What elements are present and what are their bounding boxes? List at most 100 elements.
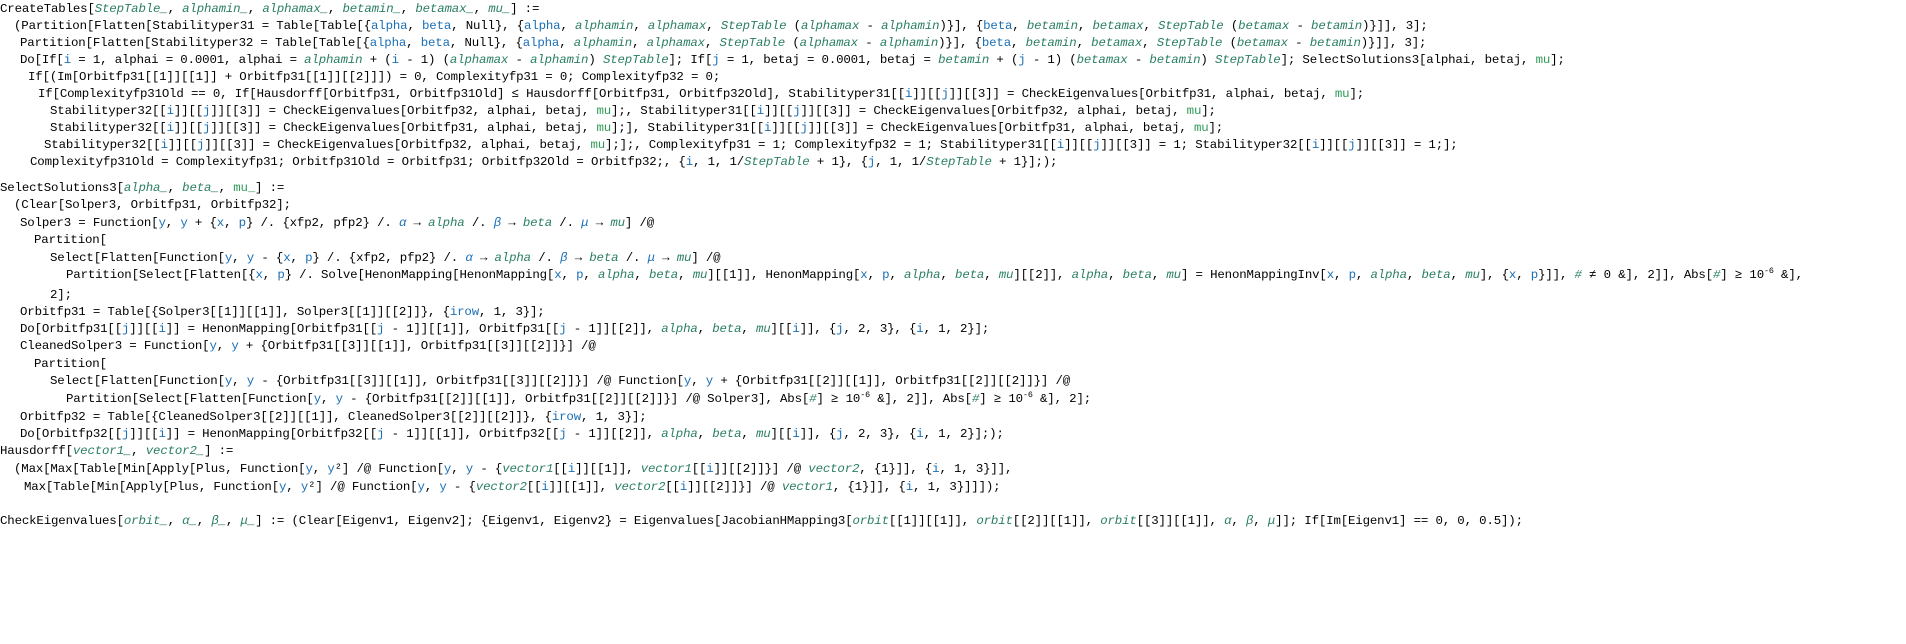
- code-token: irow: [449, 305, 480, 319]
- code-token: ]][[3]] = 1;];: [1355, 138, 1458, 152]
- code-token: ]][[3]] = CheckEigenvalues[Orbitfp31, al…: [948, 87, 1335, 101]
- code-line[interactable]: (Clear[Solper3, Orbitfp31, Orbitfp32];: [14, 198, 291, 213]
- code-token: betamax: [1238, 19, 1290, 33]
- code-token: [: [65, 444, 73, 458]
- code-token: ]][[3]] = CheckEigenvalues[Orbitfp32, al…: [204, 138, 591, 152]
- code-token: ];, Stabilityper31[[: [611, 104, 757, 118]
- code-token: ,: [216, 339, 232, 353]
- code-token: [[: [691, 462, 707, 476]
- code-line[interactable]: Hausdorff[vector1_, vector2_] :=: [0, 444, 233, 459]
- code-token: (: [785, 36, 800, 50]
- code-line[interactable]: Orbitfp32 = Table[{CleanedSolper3[[2]][[…: [20, 410, 647, 425]
- code-line[interactable]: Select[Flatten[Function[y, y - {x, p} /.…: [50, 251, 721, 266]
- code-token: i: [166, 121, 174, 135]
- code-token: ] ≥ 10: [1720, 268, 1764, 282]
- code-line[interactable]: 2];: [50, 288, 72, 303]
- code-line[interactable]: CheckEigenvalues[orbit_, α_, β_, μ_] := …: [0, 514, 1523, 529]
- code-token: Select[Flatten[Function[: [50, 251, 225, 265]
- code-token: alphamin: [304, 53, 363, 67]
- code-token: beta: [422, 19, 452, 33]
- code-token: y: [313, 392, 322, 406]
- code-token: - 1]][[1]], Orbitfp31[[: [384, 322, 560, 336]
- code-token: Orbitfp31 = Table[{Solper3[[1]][[1]], So…: [20, 305, 450, 319]
- code-token: alphamax: [449, 53, 509, 67]
- code-token: x: [255, 268, 263, 282]
- code-token: + 1}];);: [991, 155, 1058, 169]
- code-token: ]][[3]] = 1; Stabilityper32[[: [1100, 138, 1312, 152]
- code-token: ,: [634, 268, 649, 282]
- code-token: -: [859, 19, 882, 33]
- code-token: ,: [633, 19, 648, 33]
- code-line[interactable]: Partition[: [34, 357, 107, 372]
- code-line[interactable]: Select[Flatten[Function[y, y - {Orbitfp3…: [50, 374, 1070, 389]
- code-token: beta: [981, 36, 1011, 50]
- code-token: alphamin: [879, 36, 939, 50]
- code-token: [[: [665, 480, 680, 494]
- code-token: ,: [165, 216, 181, 230]
- code-token: StepTable: [720, 19, 787, 33]
- code-line[interactable]: If[Complexityfp31Old == 0, If[Hausdorff[…: [38, 87, 1364, 102]
- code-token: mu: [692, 268, 708, 282]
- code-line[interactable]: Max[Table[Min[Apply[Plus, Function[y, y²…: [24, 480, 1001, 495]
- code-line[interactable]: Partition[Select[Flatten[Function[y, y -…: [66, 391, 1091, 407]
- code-line[interactable]: (Max[Max[Table[Min[Apply[Plus, Function[…: [14, 462, 1012, 477]
- code-line[interactable]: SelectSolutions3[alpha_, beta_, mu_] :=: [0, 181, 284, 196]
- code-line[interactable]: Do[Orbitfp32[[j]][[i]] = HenonMapping[Or…: [20, 427, 1004, 442]
- code-token: ,: [559, 36, 574, 50]
- code-token: ][[1]], HenonMapping[: [707, 268, 861, 282]
- code-token: betamax_: [415, 2, 474, 16]
- code-token: , 1, 2}];: [923, 322, 990, 336]
- code-token: #: [1574, 268, 1582, 282]
- code-token: CreateTables: [0, 2, 88, 16]
- code-token: - 1]][[2]],: [566, 322, 662, 336]
- code-token: StepTable: [926, 155, 992, 169]
- code-line[interactable]: Partition[Select[Flatten[{x, p} /. Solve…: [66, 267, 1803, 283]
- code-line[interactable]: Stabilityper32[[i]][[j]][[3]] = CheckEig…: [50, 121, 1223, 136]
- code-token: [[: [553, 462, 568, 476]
- code-token: ,: [1231, 514, 1246, 528]
- code-token: -: [1287, 36, 1310, 50]
- code-line[interactable]: Partition[Flatten[Stabilityper32 = Table…: [20, 36, 1426, 51]
- code-token: y: [246, 374, 255, 388]
- code-token: j: [559, 322, 567, 336]
- code-line[interactable]: Do[If[i = 1, alphai = 0.0001, alphai = a…: [20, 53, 1565, 68]
- code-token: }]],: [1538, 268, 1575, 282]
- code-token: If[Complexityfp31Old == 0, If[Hausdorff[…: [38, 87, 905, 101]
- code-line[interactable]: Stabilityper32[[i]][[j]][[3]] = CheckEig…: [50, 104, 1216, 119]
- code-token: - {: [446, 480, 476, 494]
- code-token: , Null}, {: [449, 36, 523, 50]
- code-token: vector2: [614, 480, 666, 494]
- code-line[interactable]: Partition[: [34, 233, 107, 248]
- code-token: y: [327, 462, 335, 476]
- code-token: StepTable: [1215, 53, 1281, 67]
- code-token: mu: [1535, 53, 1551, 67]
- code-token: beta: [712, 427, 742, 441]
- code-token: ,: [741, 322, 756, 336]
- code-token: ]][[: [173, 104, 204, 118]
- code-line[interactable]: Solper3 = Function[y, y + {x, p} /. {xfp…: [20, 216, 654, 231]
- code-token: ];];, Complexityfp31 = 1; Complexityfp32…: [605, 138, 1057, 152]
- code-line[interactable]: (Partition[Flatten[Stabilityper31 = Tabl…: [14, 19, 1428, 34]
- code-line[interactable]: Orbitfp31 = Table[{Solper3[[1]][[1]], So…: [20, 305, 545, 320]
- code-token: ,: [321, 392, 336, 406]
- code-token: ]][[: [173, 121, 204, 135]
- code-token: p: [1530, 268, 1539, 282]
- code-token: ] /@: [691, 251, 721, 265]
- code-token: irow: [551, 410, 582, 424]
- code-token: ,: [691, 374, 706, 388]
- code-line[interactable]: Do[Orbitfp31[[j]][[i]] = HenonMapping[Or…: [20, 322, 989, 337]
- code-token: β_: [211, 514, 226, 528]
- code-line[interactable]: Complexityfp31Old = Complexityfp31; Orbi…: [30, 155, 1057, 170]
- code-token: i: [1311, 138, 1320, 152]
- code-token: x: [216, 216, 225, 230]
- code-token: , 1, 1/: [875, 155, 927, 169]
- code-token: alpha: [1370, 268, 1407, 282]
- code-line[interactable]: If[(Im[Orbitfp31[[1]][[1]] + Orbitfp31[[…: [28, 70, 720, 85]
- code-line[interactable]: CreateTables[StepTable_, alphamin_, alph…: [0, 2, 539, 17]
- code-token: (: [1223, 19, 1239, 33]
- code-token: ,: [167, 181, 183, 195]
- code-line[interactable]: CleanedSolper3 = Function[y, y + {Orbitf…: [20, 339, 596, 354]
- code-token: alpha: [597, 268, 635, 282]
- code-line[interactable]: Stabilityper32[[i]][[j]][[3]] = CheckEig…: [44, 138, 1458, 153]
- code-token: vector2: [475, 480, 527, 494]
